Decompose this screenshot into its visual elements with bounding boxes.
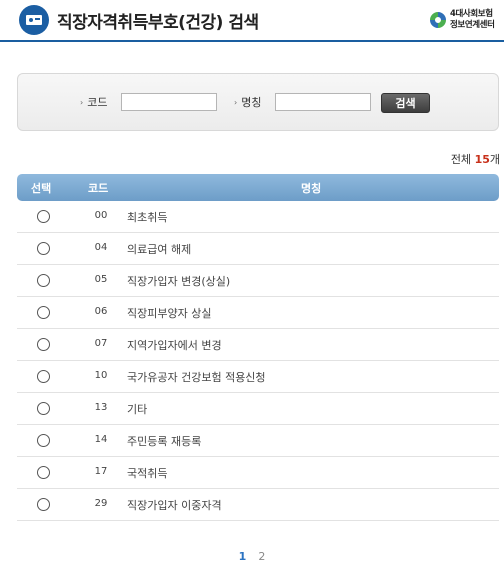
row-name: 국가유공자 건강보험 적용신청	[127, 371, 266, 384]
table-row[interactable]: 00 최초취득	[17, 201, 499, 233]
table-row[interactable]: 14 주민등록 재등록	[17, 425, 499, 457]
name-input[interactable]	[275, 93, 371, 111]
table-row[interactable]: 10 국가유공자 건강보험 적용신청	[17, 361, 499, 393]
pagination: 12	[0, 550, 504, 563]
row-code: 13	[94, 402, 108, 413]
logo-mark-icon	[430, 12, 446, 28]
table-row[interactable]: 07 지역가입자에서 변경	[17, 329, 499, 361]
code-label-text: 코드	[87, 96, 108, 109]
bullet-arrow-icon: ›	[80, 98, 84, 107]
row-code: 17	[94, 466, 108, 477]
row-code: 05	[94, 274, 108, 285]
page-title: 직장자격취득부호(건강) 검색	[57, 13, 259, 33]
row-code: 04	[94, 242, 108, 253]
result-list: 00 최초취득 04 의료급여 해제 05 직장가입자 변경(상실) 06 직장피부양자…	[17, 201, 499, 521]
name-label-text: 명칭	[241, 96, 262, 109]
select-radio[interactable]	[37, 210, 50, 223]
column-select: 선택	[31, 182, 52, 195]
column-name: 명칭	[301, 182, 322, 195]
row-code: 14	[94, 434, 108, 445]
table-row[interactable]: 13 기타	[17, 393, 499, 425]
page-link-2[interactable]: 2	[258, 550, 265, 563]
select-radio[interactable]	[37, 498, 50, 511]
row-code: 29	[94, 498, 108, 509]
name-label: › 명칭	[234, 94, 261, 110]
row-name: 주민등록 재등록	[127, 435, 202, 448]
select-radio[interactable]	[37, 402, 50, 415]
select-radio[interactable]	[37, 434, 50, 447]
code-input[interactable]	[121, 93, 217, 111]
row-name: 직장피부양자 상실	[127, 307, 212, 320]
logo: 4대사회보험 정보연계센터	[428, 8, 500, 36]
row-name: 최초취득	[127, 211, 168, 224]
select-radio[interactable]	[37, 306, 50, 319]
total-count: 전체 15개	[451, 151, 500, 167]
page-link-1[interactable]: 1	[239, 550, 247, 563]
search-panel: › 코드 › 명칭 검색	[17, 73, 499, 131]
row-code: 06	[94, 306, 108, 317]
bullet-arrow-icon: ›	[234, 98, 238, 107]
logo-text: 4대사회보험 정보연계센터	[450, 9, 495, 31]
code-label: › 코드	[80, 94, 107, 110]
column-code: 코드	[88, 182, 109, 195]
row-name: 국적취득	[127, 467, 168, 480]
row-code: 10	[94, 370, 108, 381]
select-radio[interactable]	[37, 274, 50, 287]
table-row[interactable]: 29 직장가입자 이중자격	[17, 489, 499, 521]
row-code: 00	[94, 210, 108, 221]
logo-line2: 정보연계센터	[450, 20, 495, 30]
table-row[interactable]: 05 직장가입자 변경(상실)	[17, 265, 499, 297]
table-header: 선택 코드 명칭	[17, 174, 499, 201]
select-radio[interactable]	[37, 370, 50, 383]
page-header: 직장자격취득부호(건강) 검색 4대사회보험 정보연계센터	[0, 0, 504, 42]
select-radio[interactable]	[37, 242, 50, 255]
row-name: 의료급여 해제	[127, 243, 192, 256]
select-radio[interactable]	[37, 466, 50, 479]
row-name: 지역가입자에서 변경	[127, 339, 222, 352]
logo-line1: 4대사회보험	[450, 9, 493, 19]
table-row[interactable]: 06 직장피부양자 상실	[17, 297, 499, 329]
id-card-icon	[19, 5, 49, 35]
select-radio[interactable]	[37, 338, 50, 351]
total-suffix: 개	[489, 153, 500, 166]
row-name: 직장가입자 이중자격	[127, 499, 222, 512]
row-name: 직장가입자 변경(상실)	[127, 275, 231, 288]
total-prefix: 전체	[450, 153, 475, 166]
row-name: 기타	[127, 403, 148, 416]
search-button[interactable]: 검색	[381, 93, 430, 113]
table-row[interactable]: 17 국적취득	[17, 457, 499, 489]
table-row[interactable]: 04 의료급여 해제	[17, 233, 499, 265]
row-code: 07	[94, 338, 108, 349]
total-number: 15	[474, 153, 490, 166]
